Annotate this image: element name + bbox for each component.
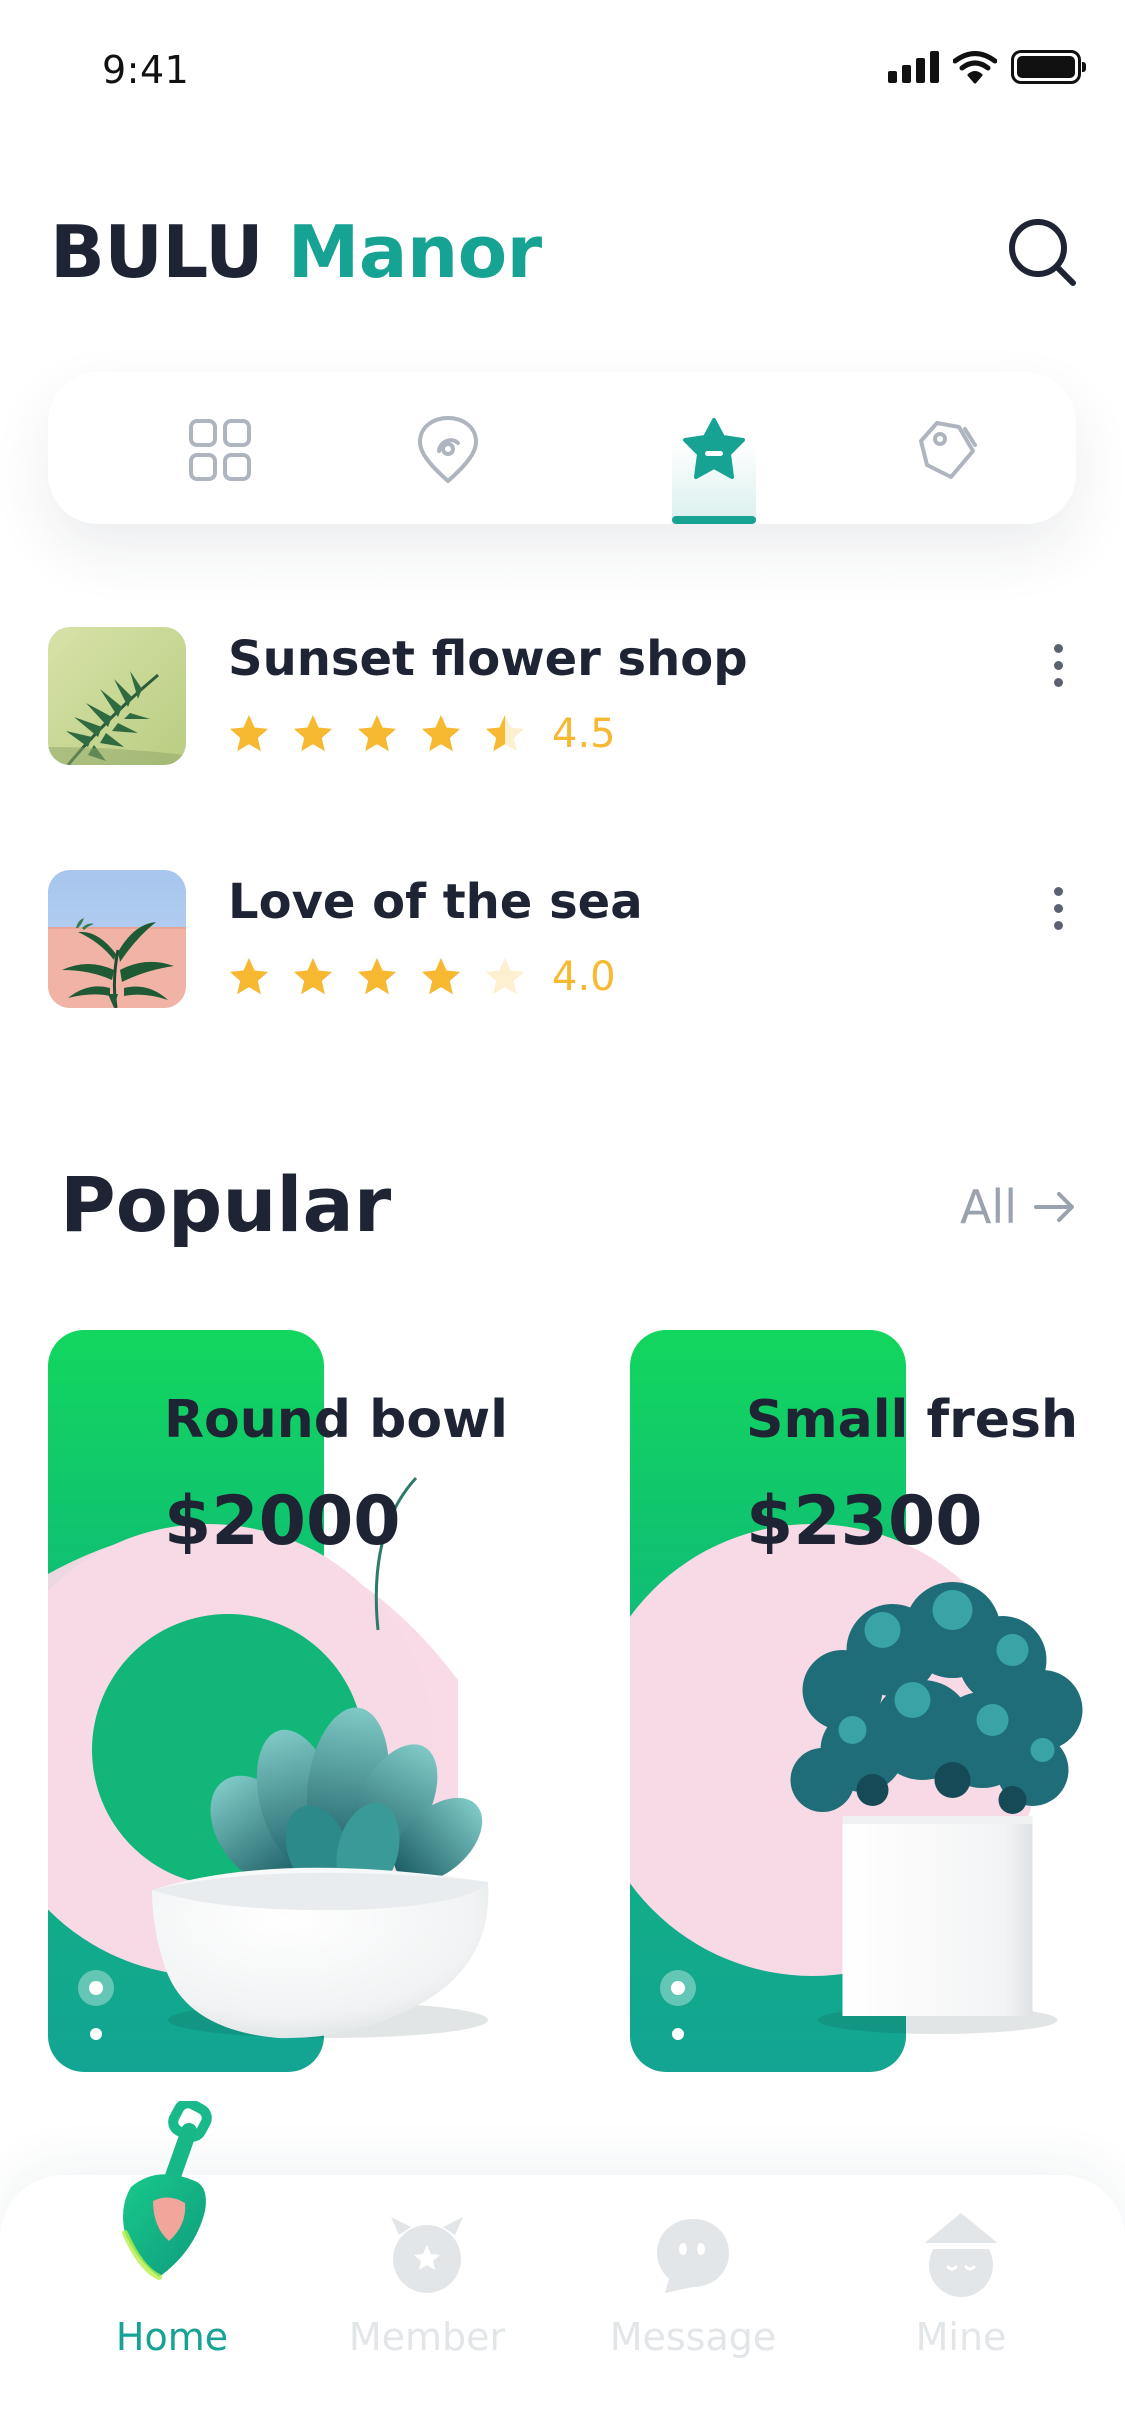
brand-first: BULU xyxy=(50,210,264,294)
more-dot xyxy=(1053,903,1063,913)
wifi-icon xyxy=(953,51,997,84)
nav-label: Message xyxy=(609,2315,777,2359)
carousel-dot[interactable] xyxy=(90,2028,102,2040)
rating-value: 4.0 xyxy=(552,954,616,1000)
star-icon xyxy=(357,957,397,995)
star-icon xyxy=(293,714,333,752)
nav-label: Mine xyxy=(915,2315,1007,2359)
more-options-button[interactable] xyxy=(1038,878,1078,938)
nav-message[interactable]: Message xyxy=(593,2175,793,2435)
product-price: $2000 xyxy=(164,1482,401,1561)
status-time: 9:41 xyxy=(102,48,190,92)
shop-list-item[interactable]: Love of the sea 4.0 xyxy=(48,870,1078,1010)
search-icon xyxy=(1009,219,1076,286)
message-icon xyxy=(657,2219,729,2293)
status-icons xyxy=(888,50,1086,84)
more-dot xyxy=(1053,660,1063,670)
product-card[interactable]: Small fresh $2300 xyxy=(630,1330,1125,2072)
shop-thumbnail xyxy=(48,870,186,1008)
carousel-dot-active[interactable] xyxy=(660,1970,696,2006)
carousel-dot[interactable] xyxy=(672,2028,684,2040)
price-tag-icon xyxy=(919,421,977,479)
star-icon xyxy=(229,714,269,752)
product-name: Round bowl xyxy=(164,1390,508,1450)
palm-leaf-thumbnail xyxy=(48,627,186,765)
battery-icon xyxy=(1011,50,1086,84)
rating-row: 4.0 xyxy=(226,954,616,1000)
sea-plant-thumbnail xyxy=(48,870,186,1008)
empty-star-icon xyxy=(485,957,525,995)
nav-label: Member xyxy=(348,2315,506,2359)
see-all-label: All xyxy=(959,1180,1017,1234)
star-icon xyxy=(421,714,461,752)
star-icon xyxy=(293,957,333,995)
see-all-link[interactable]: All xyxy=(960,1180,1077,1234)
carousel-dots xyxy=(78,1970,114,2040)
section-title: Popular xyxy=(60,1160,392,1249)
search-button[interactable] xyxy=(1005,215,1081,291)
shovel-icon xyxy=(122,2101,212,2280)
tab-tags[interactable] xyxy=(908,412,984,488)
star-icon xyxy=(421,957,461,995)
shop-thumbnail xyxy=(48,627,186,765)
product-card[interactable]: Round bowl $2000 xyxy=(48,1330,588,2072)
arrow-right-icon xyxy=(1034,1192,1074,1222)
app-screen: 9:41 BULU Manor Sunset flower shop 4.5 L… xyxy=(0,0,1125,2436)
carousel-dots xyxy=(660,1970,696,2040)
more-options-button[interactable] xyxy=(1038,635,1078,695)
member-icon xyxy=(391,2217,463,2293)
tab-all[interactable] xyxy=(182,412,258,488)
bottom-navigation: Home Member Message Mine xyxy=(0,2101,1125,2436)
nav-mine[interactable]: Mine xyxy=(861,2175,1061,2435)
star-badge-icon xyxy=(683,418,745,479)
star-icon xyxy=(357,714,397,752)
product-name: Small fresh xyxy=(746,1390,1078,1450)
grid-icon xyxy=(189,419,251,481)
star-icon xyxy=(229,957,269,995)
shop-name: Sunset flower shop xyxy=(228,631,748,687)
more-dot xyxy=(1053,920,1063,930)
more-dot xyxy=(1053,643,1063,653)
half-star-icon xyxy=(485,714,525,752)
carousel-dot-active[interactable] xyxy=(78,1970,114,2006)
rating-row: 4.5 xyxy=(226,711,616,757)
shop-name: Love of the sea xyxy=(228,874,643,930)
cellular-signal-icon xyxy=(888,51,939,83)
category-tabs xyxy=(48,372,1076,524)
rating-value: 4.5 xyxy=(552,711,616,757)
brand-second: Manor xyxy=(287,210,542,294)
more-dot xyxy=(1053,677,1063,687)
profile-icon xyxy=(922,2213,1000,2297)
nav-home[interactable]: Home xyxy=(72,2101,272,2435)
tab-favorites[interactable] xyxy=(676,412,752,488)
tab-active-underline xyxy=(672,516,756,524)
location-pin-icon xyxy=(418,416,478,483)
nav-label: Home xyxy=(115,2315,229,2359)
nav-member[interactable]: Member xyxy=(327,2175,527,2435)
more-dot xyxy=(1053,886,1063,896)
product-price: $2300 xyxy=(746,1482,983,1561)
tab-location[interactable] xyxy=(410,412,486,488)
shop-list-item[interactable]: Sunset flower shop 4.5 xyxy=(48,627,1078,767)
brand-title: BULU Manor xyxy=(50,210,542,294)
